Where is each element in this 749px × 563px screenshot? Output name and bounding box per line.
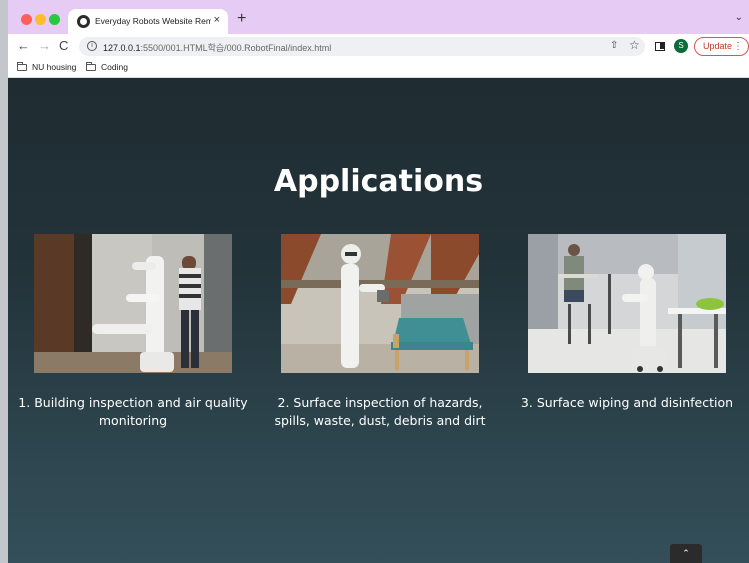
close-window-button[interactable] xyxy=(21,14,32,25)
folder-icon xyxy=(86,62,96,71)
bookmark-coding[interactable]: Coding xyxy=(86,62,128,72)
application-caption-2: 2. Surface inspection of hazards, spills… xyxy=(274,395,486,428)
forward-button[interactable]: → xyxy=(38,38,51,53)
maximize-window-button[interactable] xyxy=(49,14,60,25)
url-host: 127.0.0.1 xyxy=(103,43,141,53)
bookmark-star-icon[interactable]: ☆ xyxy=(629,38,640,52)
browser-tab[interactable]: Everyday Robots Website Remak × xyxy=(68,9,228,34)
share-icon[interactable]: ⇧ xyxy=(610,40,618,51)
url-path: :5500/001.HTML학습/000.RobotFinal/index.ht… xyxy=(140,43,332,53)
tab-search-chevron-icon[interactable]: ⌄ xyxy=(735,12,743,23)
back-button[interactable]: ← xyxy=(17,38,30,53)
address-bar[interactable]: i 127.0.0.1:5500/001.HTML학습/000.RobotFin… xyxy=(79,37,645,56)
browser-toolbar: ← → C i 127.0.0.1:5500/001.HTML학습/000.Ro… xyxy=(8,34,749,58)
side-panel-icon[interactable] xyxy=(655,42,665,51)
more-menu-icon: ⋮ xyxy=(733,41,743,52)
site-info-icon[interactable]: i xyxy=(87,41,97,51)
section-heading: Applications xyxy=(273,164,484,199)
minimize-window-button[interactable] xyxy=(35,14,46,25)
chevron-up-icon: ⌃ xyxy=(682,548,690,558)
tab-title: Everyday Robots Website Remak xyxy=(95,16,211,26)
profile-avatar[interactable]: S xyxy=(674,39,688,53)
page-viewport: Applications 1. Building inspection and … xyxy=(8,79,749,563)
bookmark-label: Coding xyxy=(101,62,128,72)
application-image-surface-inspection xyxy=(281,234,479,373)
reload-button[interactable]: C xyxy=(59,38,68,53)
tab-bar: Everyday Robots Website Remak × + ⌄ xyxy=(8,0,749,34)
bookmark-label: NU housing xyxy=(32,62,77,72)
url-text[interactable]: 127.0.0.1:5500/001.HTML학습/000.RobotFinal… xyxy=(103,41,331,54)
application-caption-3: 3. Surface wiping and disinfection xyxy=(520,395,734,410)
window-edge xyxy=(0,0,8,563)
application-image-building-inspection xyxy=(34,234,232,373)
application-image-surface-wiping xyxy=(528,234,726,373)
application-caption-1: 1. Building inspection and air quality m… xyxy=(18,395,248,428)
bookmarks-bar: NU housing Coding xyxy=(8,58,749,78)
folder-icon xyxy=(17,62,27,71)
tab-close-icon[interactable]: × xyxy=(214,14,220,26)
bookmark-nu-housing[interactable]: NU housing xyxy=(17,62,76,72)
new-tab-button[interactable]: + xyxy=(237,10,246,28)
update-label: Update xyxy=(703,41,733,51)
globe-icon xyxy=(77,15,90,28)
scroll-to-top-button[interactable]: ⌃ xyxy=(670,544,702,563)
update-button[interactable]: Update ⋮ xyxy=(694,37,749,56)
